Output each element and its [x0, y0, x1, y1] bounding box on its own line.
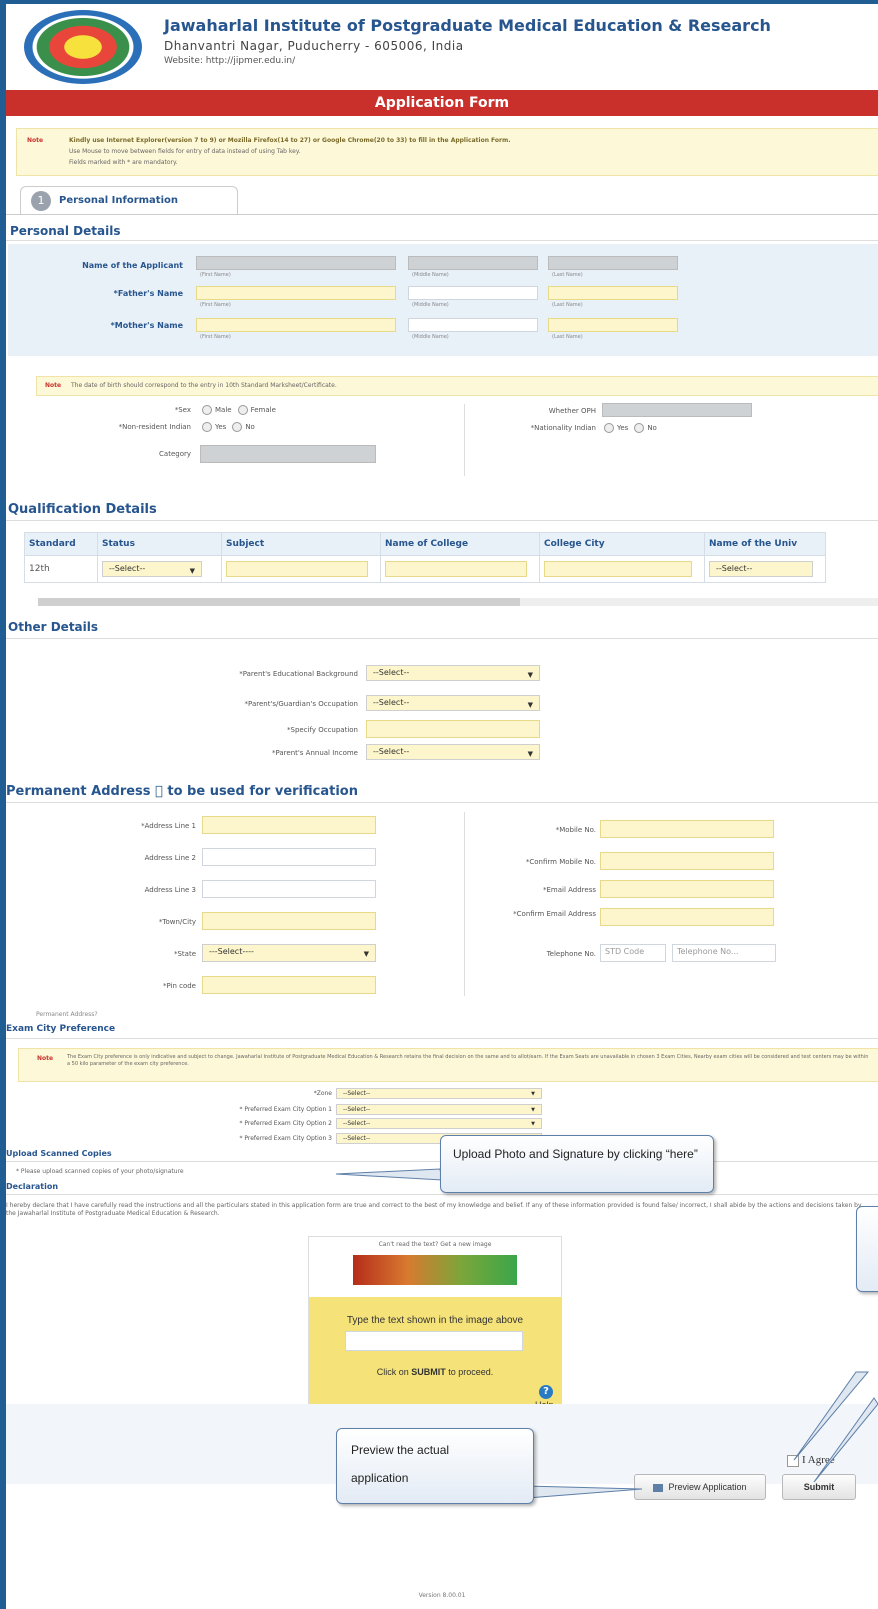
page: Jawaharlal Institute of Postgraduate Med… — [6, 4, 878, 1609]
submit-callout-pointer — [813, 1397, 878, 1483]
agree-callout — [856, 1206, 878, 1292]
upload-callout-text: Upload Photo and Signature by clicking “… — [453, 1147, 698, 1161]
agree-callout-pointer — [793, 1371, 870, 1461]
callout-arrows — [335, 1168, 878, 1500]
upload-callout-pointer — [335, 1168, 443, 1181]
preview-callout-line2: application — [351, 1471, 409, 1485]
upload-callout: Upload Photo and Signature by clicking “… — [440, 1135, 714, 1193]
preview-callout: Preview the actual application — [336, 1428, 534, 1504]
preview-callout-line1: Preview the actual — [351, 1443, 450, 1457]
